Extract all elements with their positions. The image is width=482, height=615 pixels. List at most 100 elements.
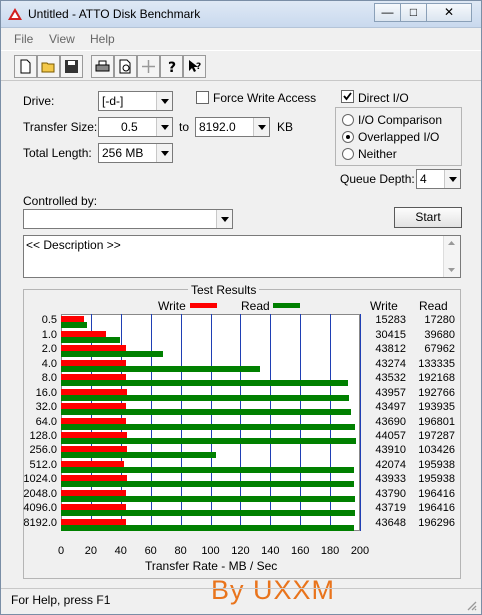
transfer-to-select[interactable]: 8192.0 bbox=[195, 117, 270, 137]
open-button[interactable] bbox=[37, 55, 60, 78]
read-value: 17280 bbox=[424, 314, 455, 327]
context-help-button[interactable]: ? bbox=[183, 55, 206, 78]
kb-label: KB bbox=[277, 120, 294, 134]
read-bar bbox=[61, 409, 351, 416]
move-button[interactable] bbox=[137, 55, 160, 78]
y-tick-label: 4.0 bbox=[41, 357, 57, 370]
start-button[interactable]: Start bbox=[394, 207, 462, 228]
read-value: 196296 bbox=[418, 516, 455, 529]
transfer-from-select[interactable]: 0.5 bbox=[98, 117, 173, 137]
read-bar bbox=[61, 452, 216, 459]
status-text: For Help, press F1 bbox=[11, 593, 111, 607]
total-length-select[interactable]: 256 MB bbox=[98, 143, 173, 163]
write-value: 43690 bbox=[375, 415, 406, 428]
read-value: 67962 bbox=[424, 343, 455, 356]
chevron-down-icon[interactable] bbox=[156, 92, 172, 110]
io-comparison-radio[interactable] bbox=[342, 114, 354, 126]
read-value: 192168 bbox=[418, 372, 455, 385]
chevron-down-icon[interactable] bbox=[156, 144, 172, 162]
description-text: << Description >> bbox=[26, 238, 121, 252]
read-bar bbox=[61, 437, 356, 444]
read-value: 196416 bbox=[418, 502, 455, 515]
resize-grip-icon[interactable] bbox=[465, 599, 477, 611]
read-bar bbox=[61, 336, 121, 343]
y-tick-label: 16.0 bbox=[35, 386, 57, 399]
read-value: 197287 bbox=[418, 429, 455, 442]
write-legend-label: Write bbox=[158, 299, 186, 313]
queue-depth-label: Queue Depth: bbox=[340, 172, 415, 186]
read-value: 196416 bbox=[418, 487, 455, 500]
chevron-down-icon[interactable] bbox=[156, 118, 172, 136]
write-value: 43957 bbox=[375, 386, 406, 399]
description-scrollbar[interactable] bbox=[443, 236, 460, 277]
force-write-checkbox[interactable] bbox=[196, 91, 209, 104]
read-bar bbox=[61, 394, 350, 401]
new-file-button[interactable] bbox=[14, 55, 37, 78]
title-bar[interactable]: Untitled - ATTO Disk Benchmark — □ ✕ bbox=[1, 1, 481, 28]
total-length-value: 256 MB bbox=[102, 146, 144, 160]
menu-view[interactable]: View bbox=[49, 32, 75, 46]
print-button[interactable] bbox=[91, 55, 114, 78]
controlled-by-select[interactable] bbox=[23, 209, 233, 229]
overlapped-io-radio[interactable] bbox=[342, 131, 354, 143]
save-disk-icon bbox=[65, 60, 78, 73]
save-button[interactable] bbox=[60, 55, 83, 78]
direct-io-checkbox[interactable] bbox=[341, 90, 354, 103]
new-file-icon bbox=[20, 59, 31, 74]
drive-label: Drive: bbox=[23, 94, 55, 108]
write-value: 43497 bbox=[375, 401, 406, 414]
open-folder-icon bbox=[41, 62, 55, 73]
read-value: 133335 bbox=[418, 357, 455, 370]
overlapped-io-label: Overlapped I/O bbox=[358, 130, 440, 144]
question-mark-icon: ? bbox=[168, 60, 176, 74]
queue-depth-value: 4 bbox=[420, 172, 427, 186]
svg-text:?: ? bbox=[196, 62, 201, 72]
scroll-up-icon bbox=[448, 241, 455, 245]
force-write-label: Force Write Access bbox=[213, 91, 317, 105]
chevron-down-icon[interactable] bbox=[253, 118, 269, 136]
transfer-size-label: Transfer Size: bbox=[23, 120, 98, 134]
close-button[interactable]: ✕ bbox=[426, 3, 472, 22]
transfer-to-value: 8192.0 bbox=[199, 120, 236, 134]
read-value: 192766 bbox=[418, 386, 455, 399]
test-results-title: Test Results bbox=[188, 283, 260, 297]
about-button[interactable]: ? bbox=[160, 55, 183, 78]
transfer-from-value: 0.5 bbox=[121, 120, 138, 134]
menu-file[interactable]: File bbox=[14, 32, 33, 46]
y-tick-label: 256.0 bbox=[29, 444, 57, 457]
atto-app-icon bbox=[8, 8, 22, 20]
drive-select[interactable]: [-d-] bbox=[98, 91, 173, 111]
y-tick-label: 2.0 bbox=[41, 343, 57, 356]
queue-depth-select[interactable]: 4 bbox=[416, 169, 461, 189]
move-arrows-icon bbox=[142, 60, 155, 73]
menu-help[interactable]: Help bbox=[90, 32, 115, 46]
controlled-by-label: Controlled by: bbox=[23, 194, 98, 208]
read-bar bbox=[61, 365, 261, 372]
neither-radio[interactable] bbox=[342, 148, 354, 160]
description-textarea[interactable]: << Description >> bbox=[23, 235, 461, 278]
read-value: 195938 bbox=[418, 458, 455, 471]
drive-value: [-d-] bbox=[102, 94, 124, 108]
print-preview-button[interactable] bbox=[114, 55, 137, 78]
read-value: 103426 bbox=[418, 444, 455, 457]
direct-io-label: Direct I/O bbox=[358, 91, 409, 105]
read-value: 195938 bbox=[418, 473, 455, 486]
read-value: 193935 bbox=[418, 401, 455, 414]
menu-bar: File View Help bbox=[1, 29, 481, 49]
printer-icon bbox=[95, 60, 110, 72]
y-tick-label: 0.5 bbox=[41, 314, 57, 327]
y-tick-label: 8.0 bbox=[41, 372, 57, 385]
checkmark-icon bbox=[343, 92, 352, 101]
svg-text:?: ? bbox=[168, 60, 176, 74]
write-value: 43648 bbox=[375, 516, 406, 529]
read-legend-label: Read bbox=[241, 299, 270, 313]
write-value: 43910 bbox=[375, 444, 406, 457]
y-tick-label: 128.0 bbox=[29, 429, 57, 442]
x-axis-label: Transfer Rate - MB / Sec bbox=[145, 559, 278, 573]
toolbar: ? ? bbox=[1, 50, 481, 81]
read-bar bbox=[61, 524, 355, 531]
maximize-button[interactable]: □ bbox=[400, 3, 427, 22]
minimize-button[interactable]: — bbox=[374, 3, 401, 22]
chevron-down-icon[interactable] bbox=[444, 170, 460, 188]
chevron-down-icon[interactable] bbox=[216, 210, 232, 228]
